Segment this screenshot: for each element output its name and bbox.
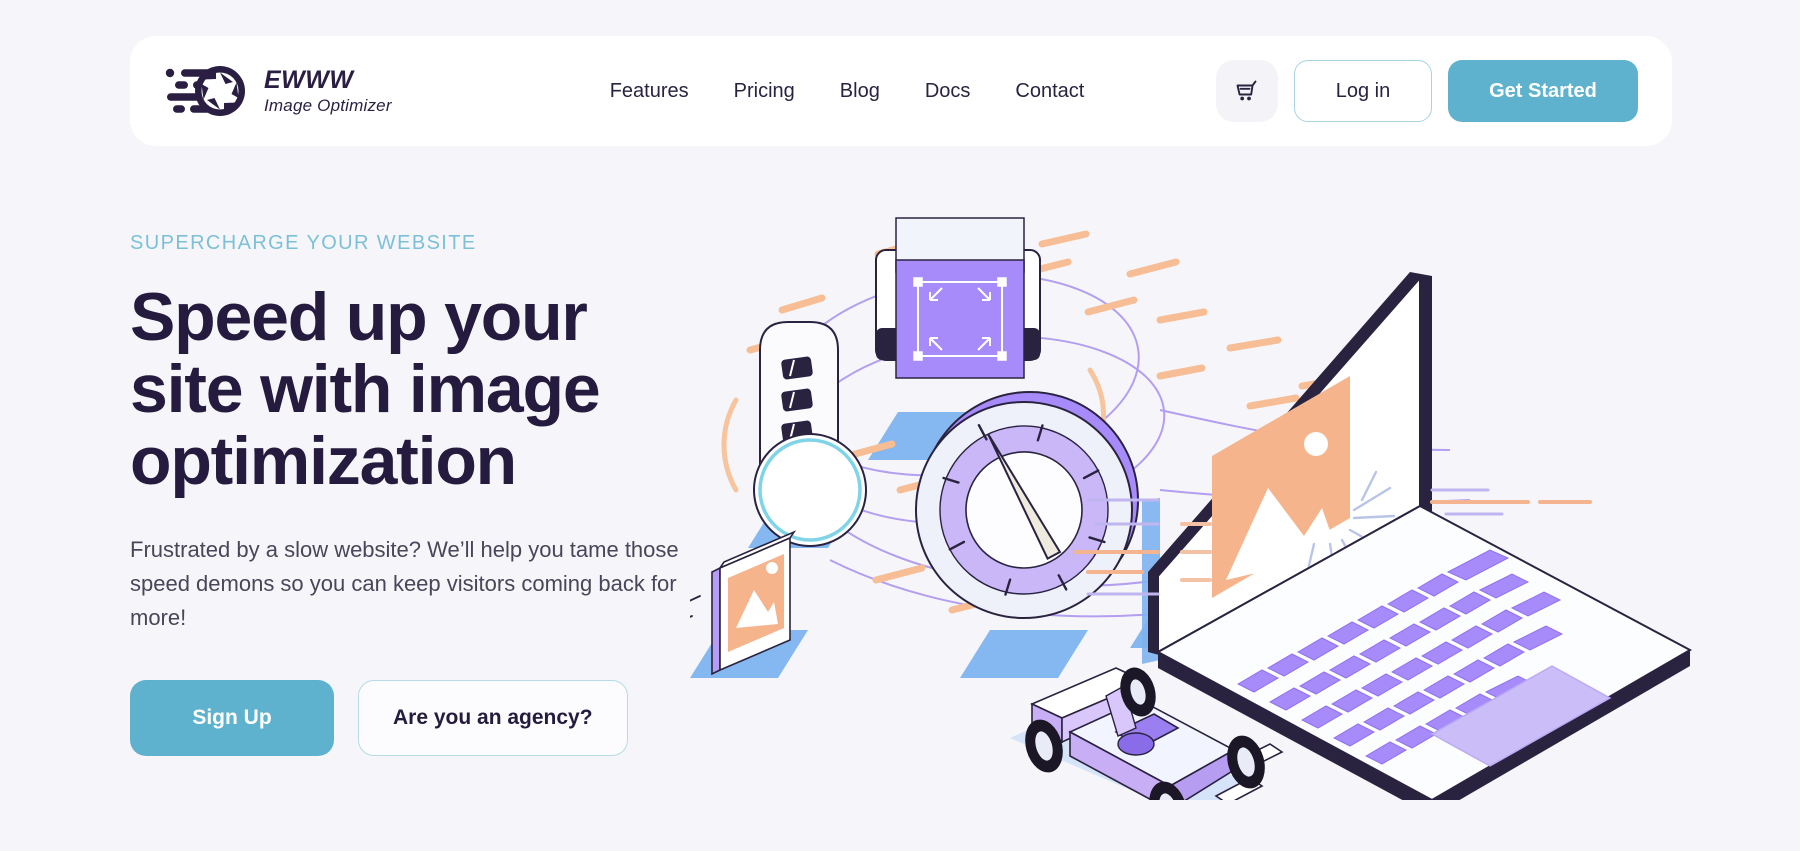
main-navigation: Features Pricing Blog Docs Contact bbox=[610, 80, 1085, 103]
speedometer-gauge bbox=[914, 391, 1139, 619]
landing-page: EWWW Image Optimizer Features Pricing Bl… bbox=[0, 0, 1800, 851]
hero-eyebrow: SUPERCHARGE YOUR WEBSITE bbox=[130, 232, 477, 254]
hero-cta-group: Sign Up Are you an agency? bbox=[130, 679, 750, 756]
hero-illustration-svg bbox=[690, 217, 1693, 800]
agency-button[interactable]: Are you an agency? bbox=[358, 679, 628, 756]
page-title: Speed up your site with image optimizati… bbox=[130, 281, 750, 497]
nav-item-docs[interactable]: Docs bbox=[925, 80, 971, 103]
brand-name: EWWW bbox=[264, 66, 354, 94]
camera-aperture-speed-icon bbox=[165, 66, 245, 116]
image-resize-tool bbox=[875, 217, 1041, 379]
slider-card bbox=[753, 321, 867, 547]
site-header: EWWW Image Optimizer Features Pricing Bl… bbox=[130, 36, 1672, 146]
hero-title-line-3: optimization bbox=[130, 423, 517, 500]
header-actions: Log in Get Started bbox=[1216, 60, 1638, 122]
nav-item-blog[interactable]: Blog bbox=[840, 80, 880, 103]
sign-up-button[interactable]: Sign Up bbox=[130, 679, 334, 756]
hero-illustration bbox=[690, 200, 1750, 800]
brand-text: EWWW Image Optimizer bbox=[264, 66, 392, 115]
get-started-button[interactable]: Get Started bbox=[1448, 60, 1638, 122]
nav-item-pricing[interactable]: Pricing bbox=[734, 80, 795, 103]
brand-subtitle: Image Optimizer bbox=[264, 96, 392, 115]
login-button[interactable]: Log in bbox=[1294, 60, 1432, 122]
hero-subtitle: Frustrated by a slow website? We’ll help… bbox=[130, 537, 679, 631]
hero-section: SUPERCHARGE YOUR WEBSITE Speed up your s… bbox=[130, 232, 750, 756]
hero-title-line-1: Speed up your bbox=[130, 279, 588, 355]
shopping-cart-icon bbox=[1236, 80, 1257, 101]
nav-item-features[interactable]: Features bbox=[610, 80, 689, 103]
cart-button[interactable] bbox=[1216, 60, 1278, 122]
nav-item-contact[interactable]: Contact bbox=[1015, 80, 1084, 103]
brand-logo[interactable]: EWWW Image Optimizer bbox=[164, 62, 392, 120]
hero-title-line-2: site with image bbox=[130, 351, 601, 428]
